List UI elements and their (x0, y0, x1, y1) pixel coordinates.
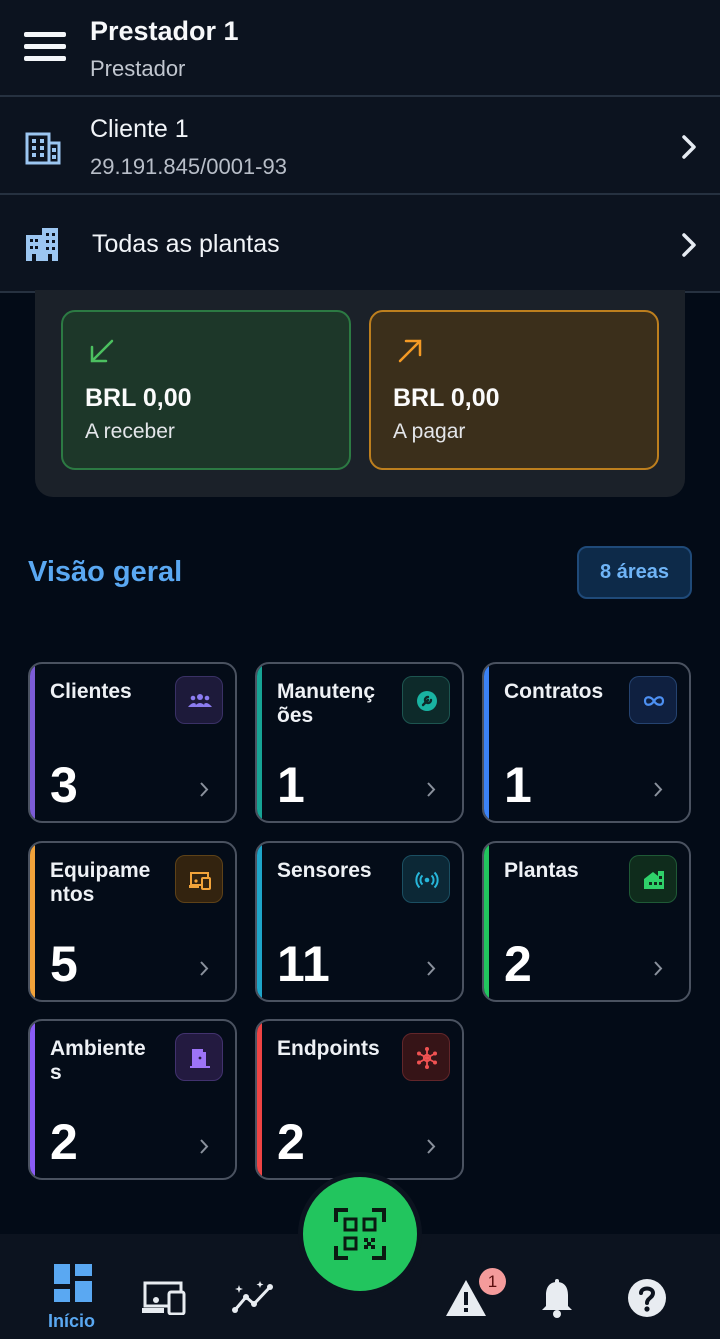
chevron-right-icon (427, 1139, 436, 1154)
help-icon[interactable] (627, 1278, 667, 1318)
chevron-right-icon (654, 961, 663, 976)
chevron-right-icon (200, 1139, 209, 1154)
alerts-count-badge: 1 (479, 1268, 506, 1295)
tile-value: 11 (277, 936, 330, 992)
wrench-icon (402, 676, 450, 724)
menu-icon[interactable] (24, 32, 66, 64)
tile-value: 2 (50, 1114, 78, 1170)
tile-label: Plantas (504, 859, 579, 882)
tile-label: Endpoints (277, 1037, 380, 1060)
tile-label: Clientes (50, 680, 132, 703)
chevron-right-icon (654, 782, 663, 797)
tile-sensores[interactable]: Sensores 11 (255, 841, 464, 1002)
network-icon (402, 1033, 450, 1081)
tile-value: 5 (50, 936, 78, 992)
door-icon (175, 1033, 223, 1081)
tile-contratos[interactable]: Contratos 1 (482, 662, 691, 823)
users-icon (175, 676, 223, 724)
nav-home-label[interactable]: Início (48, 1311, 95, 1332)
receivable-card[interactable]: BRL 0,00 A receber (61, 310, 351, 470)
tile-label: Manutenç ões (277, 680, 376, 727)
buildings-icon (26, 228, 58, 261)
tile-value: 2 (504, 936, 532, 992)
chevron-right-icon (682, 233, 696, 257)
receivable-amount: BRL 0,00 (85, 384, 192, 412)
arrow-up-right-icon (398, 339, 422, 363)
areas-badge[interactable]: 8 áreas (577, 546, 692, 599)
tile-manutencoes[interactable]: Manutenç ões 1 (255, 662, 464, 823)
tile-label: Equipame ntos (50, 859, 151, 906)
tile-plantas[interactable]: Plantas 2 (482, 841, 691, 1002)
qr-code-icon (334, 1208, 386, 1260)
top-bar: Prestador 1 Prestador (0, 0, 720, 97)
building-icon (25, 132, 61, 165)
bell-icon[interactable] (540, 1279, 574, 1319)
arrow-down-left-icon (90, 339, 114, 363)
finance-summary-card: BRL 0,00 A receber BRL 0,00 A pagar (35, 290, 685, 497)
tile-value: 1 (277, 757, 305, 813)
provider-name: Prestador 1 (90, 16, 239, 46)
dashboard-icon[interactable] (54, 1264, 92, 1302)
tile-endpoints[interactable]: Endpoints 2 (255, 1019, 464, 1180)
infinity-icon (629, 676, 677, 724)
sensor-icon (402, 855, 450, 903)
devices-icon[interactable] (142, 1281, 186, 1315)
tile-ambientes[interactable]: Ambiente s 2 (28, 1019, 237, 1180)
client-selector[interactable]: Cliente 1 29.191.845/0001-93 (0, 97, 720, 195)
provider-role: Prestador (90, 56, 186, 81)
chevron-right-icon (427, 961, 436, 976)
plant-icon (629, 855, 677, 903)
plant-selector-label: Todas as plantas (92, 230, 280, 258)
tile-label: Sensores (277, 859, 372, 882)
tile-value: 2 (277, 1114, 305, 1170)
analytics-icon[interactable] (232, 1280, 276, 1314)
payable-card[interactable]: BRL 0,00 A pagar (369, 310, 659, 470)
tile-label: Contratos (504, 680, 604, 703)
client-name: Cliente 1 (90, 115, 189, 143)
tile-clientes[interactable]: Clientes 3 (28, 662, 237, 823)
chevron-right-icon (682, 135, 696, 159)
devices-icon (175, 855, 223, 903)
chevron-right-icon (427, 782, 436, 797)
plant-selector[interactable]: Todas as plantas (0, 195, 720, 293)
tile-equipamentos[interactable]: Equipame ntos 5 (28, 841, 237, 1002)
tile-value: 1 (504, 757, 532, 813)
chevron-right-icon (200, 961, 209, 976)
chevron-right-icon (200, 782, 209, 797)
client-document: 29.191.845/0001-93 (90, 154, 287, 179)
overview-title: Visão geral (28, 556, 183, 588)
tile-value: 3 (50, 757, 78, 813)
tile-label: Ambiente s (50, 1037, 146, 1084)
payable-label: A pagar (393, 420, 466, 443)
payable-amount: BRL 0,00 (393, 384, 500, 412)
qr-scan-button[interactable] (303, 1177, 417, 1291)
receivable-label: A receber (85, 420, 175, 443)
